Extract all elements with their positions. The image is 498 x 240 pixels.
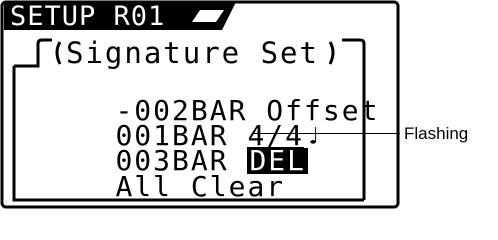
all-clear-label: All Clear: [115, 170, 286, 203]
menu-item-signature[interactable]: 001BAR 4/4♩: [40, 97, 322, 150]
quarter-note-icon: ♩: [306, 122, 323, 150]
menu-item-delete[interactable]: 003BAR DEL: [40, 122, 309, 175]
dialog-title: Signature Set: [66, 36, 319, 70]
menu-item-all-clear[interactable]: All Clear: [40, 148, 285, 201]
menu-item-offset[interactable]: -002BAR Offset: [40, 72, 379, 125]
screen-header: SETUP R01: [10, 1, 166, 32]
callout-line: [252, 133, 400, 134]
callout-label: Flashing: [404, 124, 469, 143]
lcd-screen: SETUP R01 Signature Set -002BAR Offset 0…: [0, 0, 400, 209]
